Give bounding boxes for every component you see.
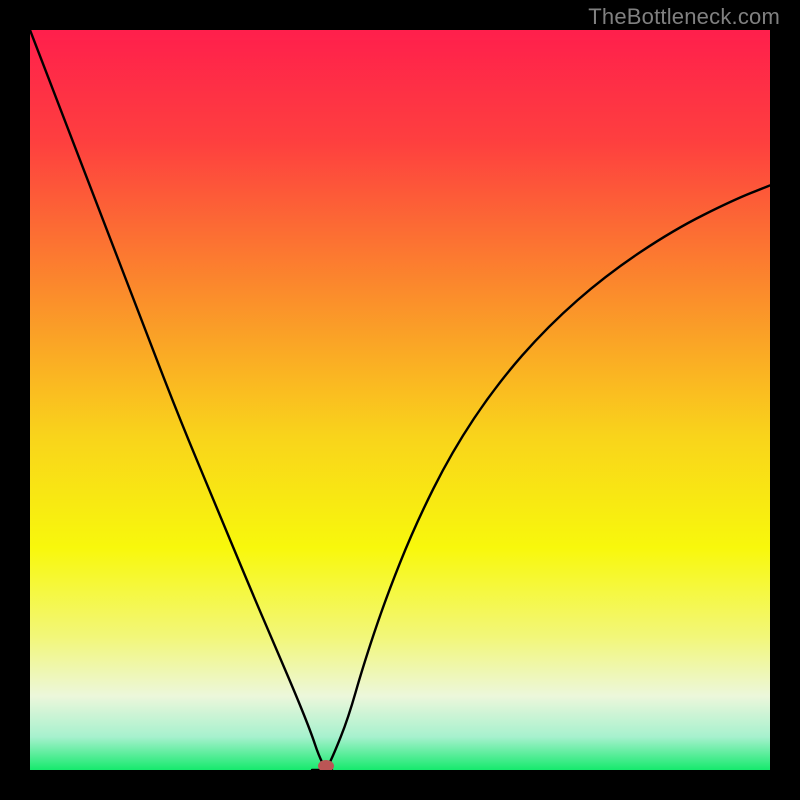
optimum-dot xyxy=(318,760,334,772)
plot-background xyxy=(30,30,770,770)
watermark-text: TheBottleneck.com xyxy=(588,4,780,30)
bottleneck-plot xyxy=(0,0,800,800)
chart-frame: TheBottleneck.com xyxy=(0,0,800,800)
